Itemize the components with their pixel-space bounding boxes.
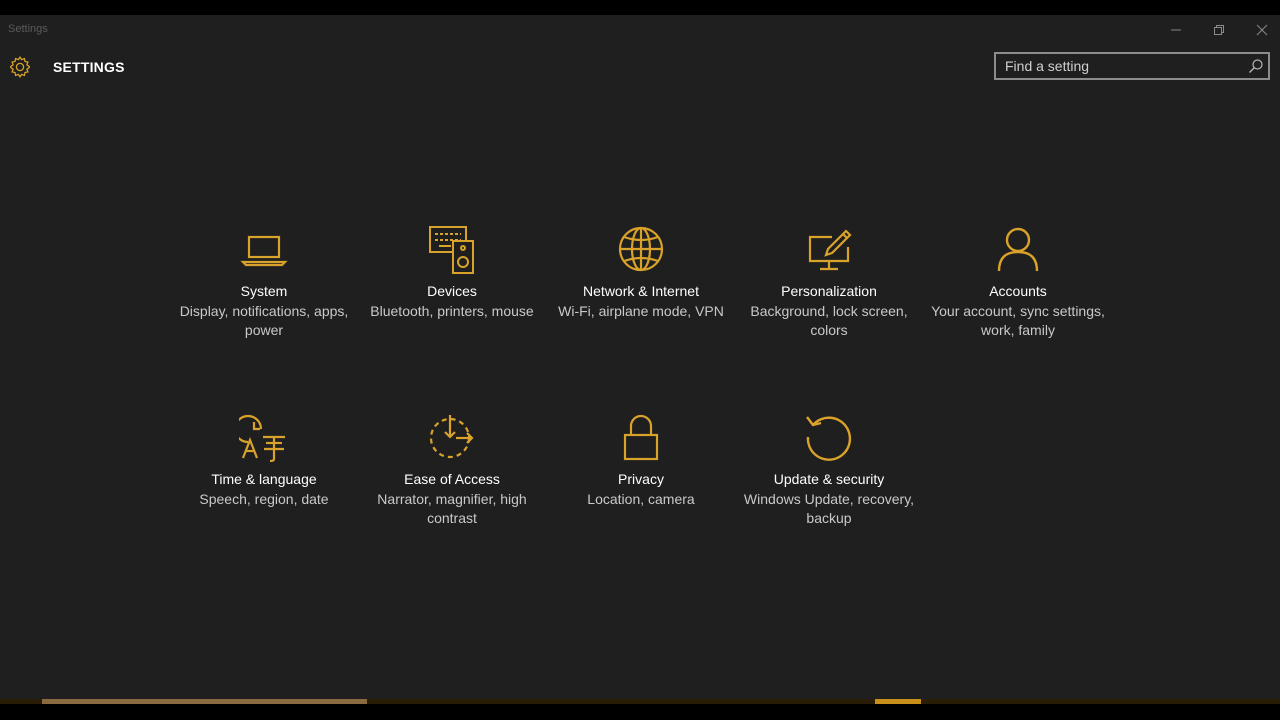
- window-title: Settings: [8, 23, 48, 35]
- personalization-icon: [804, 225, 854, 275]
- search-input[interactable]: [996, 54, 1245, 78]
- tile-system[interactable]: System Display, notifications, apps, pow…: [174, 225, 354, 355]
- lock-icon: [616, 413, 666, 463]
- tile-devices[interactable]: Devices Bluetooth, printers, mouse: [362, 225, 542, 355]
- page-title: SETTINGS: [53, 59, 125, 75]
- progress-segment: [42, 699, 367, 704]
- tile-description: Speech, region, date: [199, 491, 329, 507]
- progress-segment: [875, 699, 921, 704]
- tile-title: Update & security: [773, 471, 885, 487]
- tile-description: Background, lock screen, colors: [750, 303, 908, 338]
- title-bar: Settings: [0, 15, 1280, 45]
- tile-description: Your account, sync settings, work, famil…: [931, 303, 1105, 338]
- tile-network-internet[interactable]: Network & Internet Wi-Fi, airplane mode,…: [551, 225, 731, 355]
- tile-time-language[interactable]: Time & language Speech, region, date: [174, 413, 354, 543]
- tile-title: Time & language: [211, 471, 317, 487]
- laptop-icon: [239, 225, 289, 275]
- tile-privacy[interactable]: Privacy Location, camera: [551, 413, 731, 543]
- maximize-button[interactable]: [1197, 15, 1241, 45]
- devices-icon: [427, 225, 477, 275]
- minimize-button[interactable]: [1154, 15, 1198, 45]
- tile-title: Personalization: [781, 283, 877, 299]
- update-icon: [804, 413, 854, 463]
- tile-title: Devices: [427, 283, 477, 299]
- tile-personalization[interactable]: Personalization Background, lock screen,…: [739, 225, 919, 355]
- ease-of-access-icon: [427, 413, 477, 463]
- screen-top-bar: [0, 0, 1280, 15]
- globe-icon: [616, 225, 666, 275]
- tile-title: Ease of Access: [404, 471, 500, 487]
- tile-accounts[interactable]: Accounts Your account, sync settings, wo…: [928, 225, 1108, 355]
- time-language-icon: [239, 413, 289, 463]
- minimize-icon: [1171, 29, 1181, 31]
- settings-window: Settings SETTINGS Find a setting System …: [0, 15, 1280, 699]
- close-icon: [1256, 24, 1268, 36]
- restore-icon: [1214, 25, 1224, 35]
- search-box[interactable]: [994, 52, 1270, 80]
- gear-icon: [10, 56, 30, 78]
- tile-description: Location, camera: [587, 491, 695, 507]
- tile-description: Wi-Fi, airplane mode, VPN: [558, 303, 724, 319]
- tile-description: Narrator, magnifier, high contrast: [377, 491, 527, 526]
- search-icon[interactable]: [1248, 58, 1264, 74]
- tile-title: System: [240, 283, 288, 299]
- close-button[interactable]: [1240, 15, 1280, 45]
- tile-title: Accounts: [989, 283, 1047, 299]
- tile-title: Privacy: [618, 471, 664, 487]
- tile-description: Bluetooth, printers, mouse: [370, 303, 534, 319]
- tile-description: Display, notifications, apps, power: [179, 303, 349, 338]
- progress-track: [0, 699, 1280, 704]
- bottom-strip: [0, 699, 1280, 720]
- tile-update-security[interactable]: Update & security Windows Update, recove…: [739, 413, 919, 543]
- tile-ease-of-access[interactable]: Ease of Access Narrator, magnifier, high…: [362, 413, 542, 543]
- tile-title: Network & Internet: [583, 283, 699, 299]
- tile-description: Windows Update, recovery, backup: [743, 491, 915, 526]
- person-icon: [993, 225, 1043, 275]
